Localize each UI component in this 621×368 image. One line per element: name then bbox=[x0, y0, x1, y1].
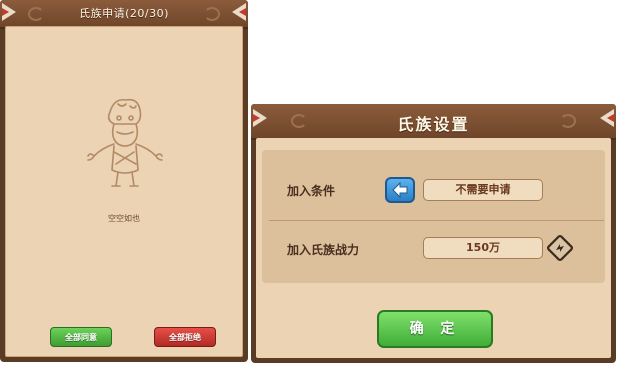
clan-applications-panel: 氏族申请(20/30) 空空如也 全部同意 全部拒绝 bbox=[0, 0, 248, 362]
settings-options-box bbox=[262, 150, 605, 283]
join-condition-value: 不需要申请 bbox=[423, 179, 543, 201]
empty-caveman-illustration bbox=[87, 98, 163, 187]
accept-all-button[interactable]: 全部同意 bbox=[50, 327, 112, 347]
join-power-label: 加入氏族战力 bbox=[287, 243, 360, 257]
banner-swirl-icon bbox=[204, 7, 220, 21]
banner-right-corner bbox=[600, 109, 614, 127]
arrow-left-icon bbox=[392, 181, 408, 199]
settings-divider bbox=[269, 220, 604, 221]
clan-settings-panel: 氏族设置 加入条件 不需要申请 加入氏族战力 150万 确 定 bbox=[251, 104, 616, 363]
join-condition-toggle-button[interactable] bbox=[385, 177, 415, 203]
reject-all-button[interactable]: 全部拒绝 bbox=[154, 327, 216, 347]
settings-title-banner: 氏族设置 bbox=[251, 104, 616, 140]
join-power-value: 150万 bbox=[423, 237, 543, 259]
edit-power-icon[interactable] bbox=[547, 235, 573, 261]
applications-title-banner: 氏族申请(20/30) bbox=[0, 0, 248, 29]
banner-right-corner bbox=[232, 3, 246, 21]
banner-swirl-icon bbox=[560, 114, 576, 128]
empty-list-text: 空空如也 bbox=[108, 214, 140, 223]
confirm-button[interactable]: 确 定 bbox=[377, 310, 493, 348]
applications-list-area bbox=[5, 26, 243, 357]
join-condition-label: 加入条件 bbox=[287, 184, 336, 198]
